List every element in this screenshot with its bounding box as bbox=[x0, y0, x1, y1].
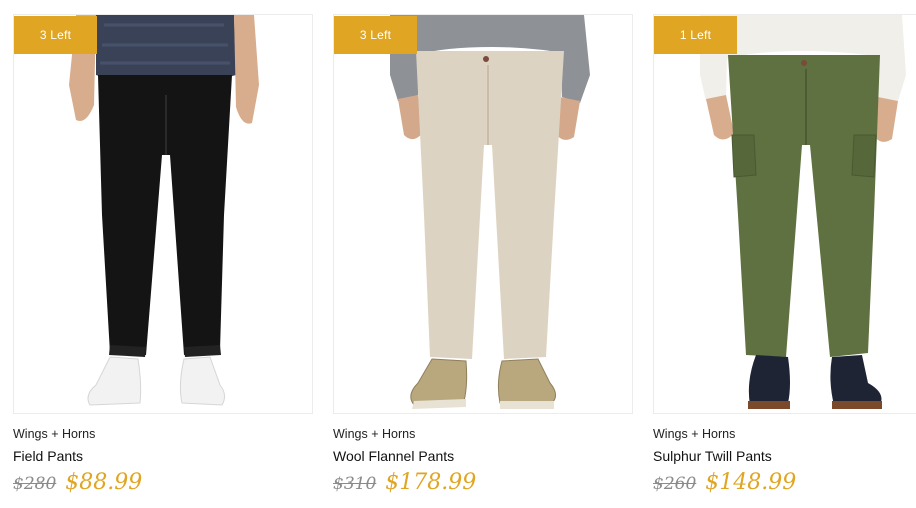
model-black-pants-image bbox=[69, 15, 259, 406]
price-row: $260 $148.99 bbox=[653, 470, 796, 500]
model-olive-pants-image bbox=[700, 15, 906, 409]
price-row: $310 $178.99 bbox=[333, 470, 476, 500]
product-card[interactable]: 3 Left Wings + Horns Field Pants $280 $8… bbox=[13, 0, 313, 508]
product-card[interactable]: 1 Left Wings + Horns Sulphur Twill Pants… bbox=[653, 0, 916, 508]
product-image-link[interactable]: 3 Left bbox=[333, 14, 633, 414]
product-name[interactable]: Sulphur Twill Pants bbox=[653, 448, 772, 464]
original-price: $310 bbox=[333, 474, 377, 494]
stock-badge: 3 Left bbox=[334, 16, 417, 54]
product-image-link[interactable]: 1 Left bbox=[653, 14, 916, 414]
product-brand[interactable]: Wings + Horns bbox=[13, 427, 95, 441]
price-row: $280 $88.99 bbox=[13, 470, 142, 500]
product-image-link[interactable]: 3 Left bbox=[13, 14, 313, 414]
model-beige-pants-image bbox=[390, 15, 590, 409]
product-name[interactable]: Field Pants bbox=[13, 448, 83, 464]
original-price: $260 bbox=[653, 474, 697, 494]
product-brand[interactable]: Wings + Horns bbox=[653, 427, 735, 441]
stock-badge: 3 Left bbox=[14, 16, 97, 54]
sale-price: $178.99 bbox=[385, 470, 477, 495]
stock-badge: 1 Left bbox=[654, 16, 737, 54]
product-card[interactable]: 3 Left Wings + Horns Wool Flannel Pants … bbox=[333, 0, 633, 508]
sale-price: $88.99 bbox=[65, 470, 143, 495]
product-name[interactable]: Wool Flannel Pants bbox=[333, 448, 454, 464]
sale-price: $148.99 bbox=[705, 470, 797, 495]
product-brand[interactable]: Wings + Horns bbox=[333, 427, 415, 441]
original-price: $280 bbox=[13, 474, 57, 494]
